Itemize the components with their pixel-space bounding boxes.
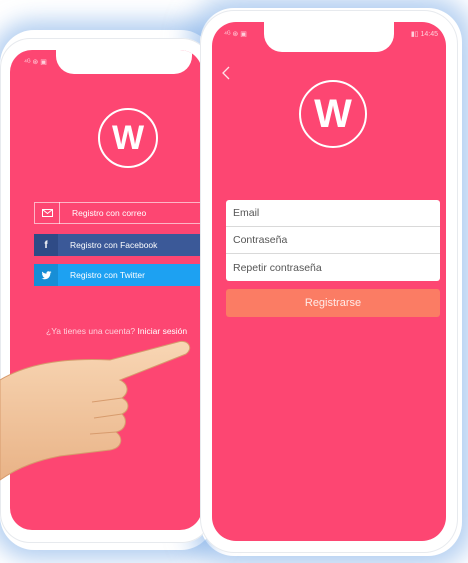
email-field[interactable]: Email (226, 200, 440, 227)
mail-icon (35, 202, 60, 224)
login-prompt: ¿Ya tienes una cuenta? Iniciar sesión (46, 326, 187, 336)
register-form: Email Contraseña Repetir contraseña (226, 200, 440, 281)
logo-letter: W (111, 118, 145, 157)
chevron-left-icon[interactable] (222, 66, 230, 84)
app-logo: W (98, 108, 158, 168)
facebook-icon: f (34, 234, 58, 256)
register-email-button[interactable]: Registro con correo (34, 202, 202, 224)
register-twitter-button[interactable]: Registro con Twitter (34, 264, 202, 286)
register-twitter-label: Registro con Twitter (70, 270, 145, 280)
status-icons: ⁴ᴳ ⊛ ▣ (224, 31, 247, 38)
app-logo: W (299, 80, 367, 148)
phone-notch (264, 22, 394, 52)
login-prompt-text: ¿Ya tienes una cuenta? (46, 326, 136, 336)
repeat-password-field[interactable]: Repetir contraseña (226, 254, 440, 281)
phone-notch (56, 50, 192, 74)
status-battery-time: ▮▯ 14:45 (410, 31, 438, 38)
status-icons: ⁴ᴳ ⊛ ▣ (24, 59, 47, 66)
password-field[interactable]: Contraseña (226, 227, 440, 254)
pointing-hand-icon (0, 340, 191, 481)
front-phone: ⁴ᴳ ⊛ ▣ ▮▯ 14:45 W Email Contraseña Repet… (200, 10, 458, 553)
front-phone-screen: ⁴ᴳ ⊛ ▣ ▮▯ 14:45 W Email Contraseña Repet… (212, 22, 446, 541)
register-email-label: Registro con correo (72, 208, 147, 218)
twitter-icon (34, 264, 58, 286)
logo-letter: W (314, 91, 352, 136)
register-facebook-button[interactable]: f Registro con Facebook (34, 234, 202, 256)
register-facebook-label: Registro con Facebook (70, 240, 158, 250)
login-link[interactable]: Iniciar sesión (138, 326, 188, 336)
register-button[interactable]: Registrarse (226, 289, 440, 317)
